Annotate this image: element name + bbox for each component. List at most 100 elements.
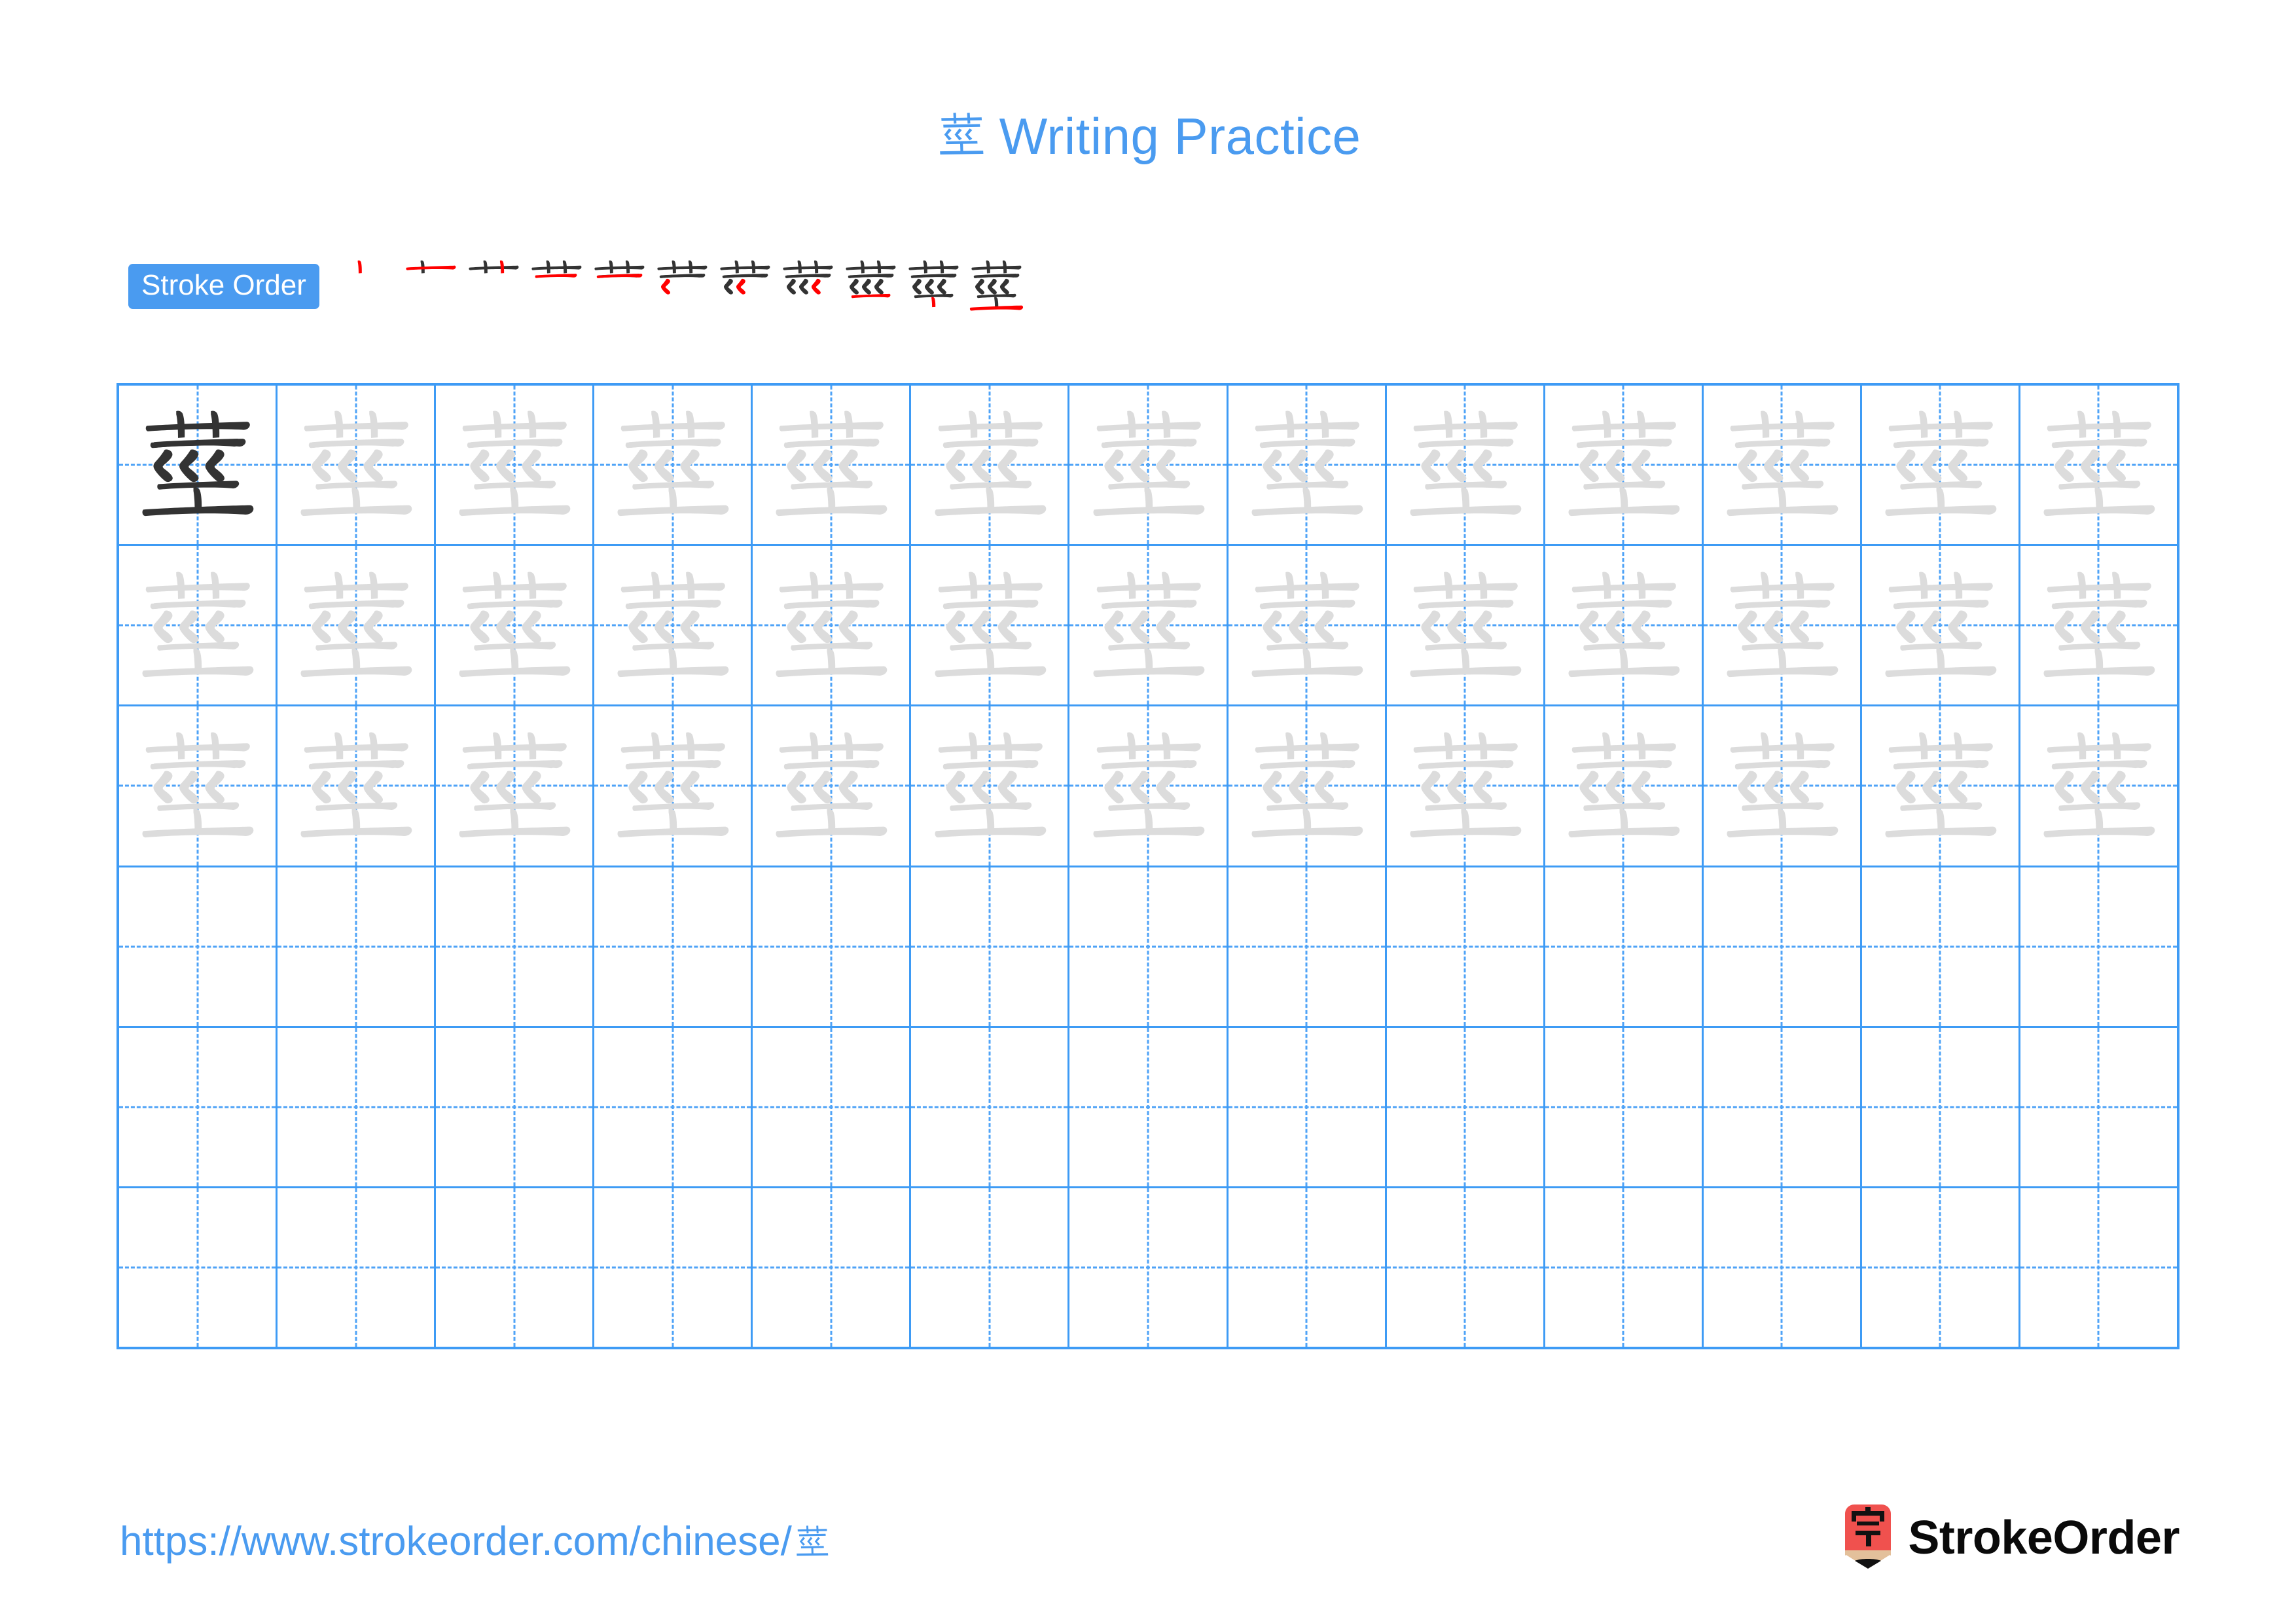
practice-cell[interactable] [1069,1027,1229,1186]
practice-cell[interactable] [1861,1027,2020,1186]
cell-horizontal-guide [278,945,435,948]
practice-cell[interactable] [1386,706,1545,866]
practice-cell[interactable] [1069,1188,1229,1347]
practice-cell[interactable] [594,546,753,705]
practice-cell[interactable] [1228,386,1387,545]
practice-cell[interactable] [1545,386,1704,545]
practice-cell[interactable] [2020,1027,2178,1186]
practice-cell[interactable] [1386,1188,1545,1347]
practice-cell[interactable] [1069,867,1229,1026]
cell-horizontal-guide [1861,945,2018,948]
practice-cell[interactable] [911,386,1070,545]
practice-cell[interactable] [1228,1027,1387,1186]
practice-cell[interactable] [2020,706,2178,866]
practice-cell[interactable] [278,1027,437,1186]
cell-horizontal-guide [436,945,593,948]
practice-cell[interactable] [911,1188,1070,1347]
practice-cell[interactable] [2020,386,2178,545]
practice-cell[interactable] [436,1027,595,1186]
practice-cell[interactable] [1703,386,1862,545]
practice-cell[interactable] [594,1188,753,1347]
practice-cell[interactable] [119,706,278,866]
trace-character [1069,546,1226,704]
practice-cell[interactable] [119,1188,278,1347]
practice-cell[interactable] [1703,867,1862,1026]
practice-cell[interactable] [436,1188,595,1347]
trace-character [594,546,751,704]
practice-cell[interactable] [1545,1188,1704,1347]
cell-horizontal-guide [2020,1266,2178,1269]
practice-cell[interactable] [278,386,437,545]
trace-character [1069,386,1226,544]
practice-cell[interactable] [278,706,437,866]
practice-cell[interactable] [1386,386,1545,545]
practice-cell[interactable] [119,1027,278,1186]
practice-cell[interactable] [436,706,595,866]
cell-horizontal-guide [1545,945,1702,948]
practice-cell[interactable] [1228,706,1387,866]
cell-horizontal-guide [1545,1106,1702,1108]
footer-logo[interactable]: StrokeOrder [1841,1502,2179,1573]
practice-cell[interactable] [1069,706,1229,866]
practice-cell[interactable] [278,1188,437,1347]
practice-cell[interactable] [753,1027,912,1186]
practice-cell[interactable] [1386,546,1545,705]
footer-url[interactable]: https://www.strokeorder.com/chinese/ [120,1518,831,1571]
stroke-step-6 [651,255,713,318]
practice-cell[interactable] [119,867,278,1026]
cell-horizontal-guide [1069,1106,1227,1108]
practice-cell[interactable] [1228,1188,1387,1347]
practice-cell[interactable] [1861,1188,2020,1347]
practice-cell[interactable] [753,546,912,705]
practice-cell[interactable] [1703,546,1862,705]
practice-cell[interactable] [1861,386,2020,545]
practice-cell[interactable] [911,706,1070,866]
trace-character [278,546,434,704]
practice-cell[interactable] [2020,867,2178,1026]
practice-cell[interactable] [1386,867,1545,1026]
practice-cell[interactable] [911,1027,1070,1186]
practice-cell[interactable] [1861,546,2020,705]
practice-cell[interactable] [436,546,595,705]
cell-horizontal-guide [1386,1106,1543,1108]
practice-cell[interactable] [1861,867,2020,1026]
practice-cell[interactable] [594,1027,753,1186]
practice-cell[interactable] [1069,386,1229,545]
cell-horizontal-guide [1069,1266,1227,1269]
practice-cell[interactable] [1703,1188,1862,1347]
practice-cell[interactable] [1069,546,1229,705]
practice-cell[interactable] [1228,546,1387,705]
practice-cell[interactable] [594,867,753,1026]
practice-cell[interactable] [2020,546,2178,705]
practice-cell[interactable] [1545,1027,1704,1186]
practice-cell[interactable] [2020,1188,2178,1347]
trace-character [594,706,751,865]
practice-cell[interactable] [278,867,437,1026]
stroke-step-5 [588,255,651,318]
practice-cell[interactable] [753,706,912,866]
cell-horizontal-guide [1228,1266,1385,1269]
practice-cell[interactable] [753,386,912,545]
practice-cell[interactable] [753,1188,912,1347]
practice-cell[interactable] [119,386,278,545]
practice-cell[interactable] [594,706,753,866]
practice-cell[interactable] [1545,546,1704,705]
practice-cell[interactable] [1386,1027,1545,1186]
practice-cell[interactable] [1861,706,2020,866]
practice-cell[interactable] [436,867,595,1026]
practice-cell[interactable] [119,546,278,705]
practice-cell[interactable] [753,867,912,1026]
practice-cell[interactable] [1545,867,1704,1026]
practice-cell[interactable] [911,867,1070,1026]
practice-cell[interactable] [1703,1027,1862,1186]
stroke-order-section: Stroke Order [128,250,1028,322]
trace-character [436,386,592,544]
practice-cell[interactable] [1703,706,1862,866]
practice-cell[interactable] [594,386,753,545]
practice-cell[interactable] [1228,867,1387,1026]
practice-cell[interactable] [278,546,437,705]
practice-cell[interactable] [1545,706,1704,866]
practice-cell[interactable] [911,546,1070,705]
cell-horizontal-guide [436,1266,593,1269]
practice-cell[interactable] [436,386,595,545]
